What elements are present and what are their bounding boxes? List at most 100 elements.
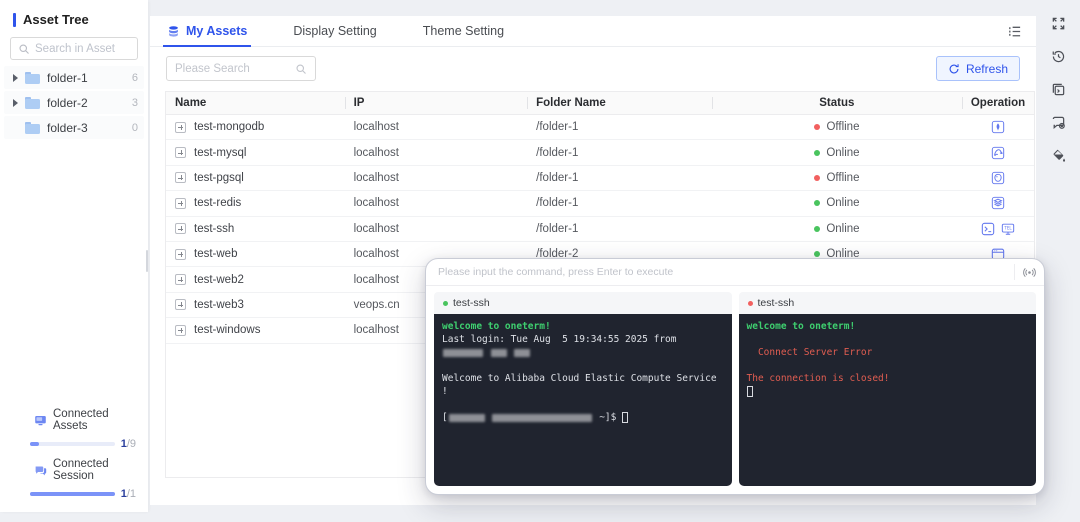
cell-name: test-web	[166, 242, 345, 266]
stat-progress-fill	[30, 442, 39, 446]
cell-status: Online	[712, 217, 962, 241]
message-settings-icon[interactable]	[1049, 113, 1067, 131]
stat-value: 1/1	[121, 488, 136, 500]
cell-operation	[962, 166, 1034, 190]
expand-plus-icon[interactable]	[175, 249, 186, 260]
terminal-tab-bar: test-ssh	[739, 292, 1037, 314]
status-dot	[814, 150, 820, 156]
terminal-screen[interactable]: welcome to oneterm! Connect Server Error…	[739, 314, 1037, 486]
cell-name: test-pgsql	[166, 166, 345, 190]
table-row[interactable]: test-mongodblocalhost/folder-1Offline	[166, 115, 1034, 140]
batch-command-input[interactable]	[438, 266, 1006, 278]
duplicate-window-icon[interactable]	[1049, 80, 1067, 98]
terminal-screen[interactable]: welcome to oneterm!Last login: Tue Aug 5…	[434, 314, 732, 486]
expand-plus-icon[interactable]	[175, 122, 186, 133]
cell-name: test-ssh	[166, 217, 345, 241]
stat-progress-fill	[30, 492, 115, 496]
cell-status: Online	[712, 191, 962, 215]
expand-plus-icon[interactable]	[175, 325, 186, 336]
stat-value: 1/9	[121, 438, 136, 450]
expand-plus-icon[interactable]	[175, 274, 186, 285]
redacted-text	[514, 349, 530, 357]
theme-bucket-icon[interactable]	[1049, 146, 1067, 164]
status-dot	[814, 226, 820, 232]
telnet-icon[interactable]: TEL	[1001, 222, 1015, 236]
tree-node-folder-1[interactable]: folder-16	[4, 66, 144, 89]
expand-plus-icon[interactable]	[175, 299, 186, 310]
tree-node-label: folder-1	[47, 71, 132, 85]
stat-progress-track	[30, 492, 115, 496]
cell-folder: /folder-1	[527, 217, 712, 241]
cell-folder: /folder-1	[527, 115, 712, 139]
tab-theme-setting[interactable]: Theme Setting	[421, 16, 506, 46]
table-header: NameIPFolder NameStatusOperation	[166, 91, 1034, 115]
expand-caret-icon[interactable]	[13, 74, 18, 82]
terminal-cursor	[747, 386, 753, 397]
session-status-dot	[443, 301, 448, 306]
cell-ip: localhost	[345, 140, 528, 164]
table-row[interactable]: test-redislocalhost/folder-1Online	[166, 191, 1034, 216]
cell-name: test-mysql	[166, 140, 345, 164]
redacted-text	[491, 349, 507, 357]
svg-text:TEL: TEL	[1003, 225, 1012, 230]
expand-plus-icon[interactable]	[175, 147, 186, 158]
connected-session-icon	[34, 464, 47, 477]
cell-ip: localhost	[345, 115, 528, 139]
tree-node-folder-3[interactable]: folder-30	[4, 116, 144, 139]
mysql-icon[interactable]	[991, 146, 1005, 160]
history-icon[interactable]	[1049, 47, 1067, 65]
cell-operation	[962, 115, 1034, 139]
terminal-tab[interactable]: test-ssh	[443, 297, 490, 309]
terminal-tab-bar: test-ssh	[434, 292, 732, 314]
stat-0: Connected Assets	[34, 408, 136, 432]
terminal-cursor	[622, 412, 628, 423]
status-dot	[814, 124, 820, 130]
sidebar-resize-handle[interactable]	[146, 250, 148, 272]
expand-plus-icon[interactable]	[175, 223, 186, 234]
redis-icon[interactable]	[991, 196, 1005, 210]
stat-label: Connected Assets	[53, 408, 136, 432]
cell-ip: localhost	[345, 191, 528, 215]
column-settings-icon[interactable]	[1007, 24, 1022, 39]
stat-bar-row: 1/9	[34, 438, 136, 450]
terminal-tab[interactable]: test-ssh	[748, 297, 795, 309]
cell-name: test-web3	[166, 293, 345, 317]
asset-tree-panel: Asset Tree folder-16folder-23folder-30 C…	[0, 0, 148, 512]
asset-search-input[interactable]	[35, 43, 130, 55]
pgsql-icon[interactable]	[991, 171, 1005, 185]
expand-plus-icon[interactable]	[175, 172, 186, 183]
folder-tree: folder-16folder-23folder-30	[0, 66, 148, 139]
redacted-text	[443, 349, 483, 357]
table-search-input[interactable]	[175, 63, 295, 75]
stat-bar-row: 1/1	[34, 488, 136, 500]
cell-ip: localhost	[345, 217, 528, 241]
terminal-icon[interactable]	[981, 222, 995, 236]
tree-node-label: folder-3	[47, 121, 132, 135]
fullscreen-icon[interactable]	[1049, 14, 1067, 32]
tree-node-folder-2[interactable]: folder-23	[4, 91, 144, 114]
stat-progress-track	[30, 442, 115, 446]
asset-search-box[interactable]	[10, 37, 138, 60]
refresh-button[interactable]: Refresh	[936, 56, 1020, 81]
expand-plus-icon[interactable]	[175, 198, 186, 209]
column-header-name: Name	[166, 92, 345, 114]
tree-node-label: folder-2	[47, 96, 132, 110]
tab-display-setting[interactable]: Display Setting	[291, 16, 378, 46]
column-header-folder-name: Folder Name	[527, 92, 712, 114]
table-row[interactable]: test-pgsqllocalhost/folder-1Offline	[166, 166, 1034, 191]
stat-label: Connected Session	[53, 458, 136, 482]
expand-caret-icon[interactable]	[13, 99, 18, 107]
mongodb-icon[interactable]	[991, 120, 1005, 134]
cell-name: test-windows	[166, 318, 345, 342]
cell-status: Online	[712, 140, 962, 164]
my-assets-icon	[167, 25, 180, 38]
tab-bar: My Assets Display Setting Theme Setting	[150, 16, 1036, 47]
cell-folder: /folder-1	[527, 166, 712, 190]
table-row[interactable]: test-mysqllocalhost/folder-1Online	[166, 140, 1034, 165]
table-search-box[interactable]	[166, 56, 316, 81]
table-row[interactable]: test-sshlocalhost/folder-1Online TEL	[166, 217, 1034, 242]
tab-my-assets[interactable]: My Assets	[165, 16, 249, 46]
tree-node-count: 0	[132, 122, 138, 134]
broadcast-icon[interactable]	[1014, 264, 1036, 280]
batch-command-bar	[426, 259, 1044, 286]
